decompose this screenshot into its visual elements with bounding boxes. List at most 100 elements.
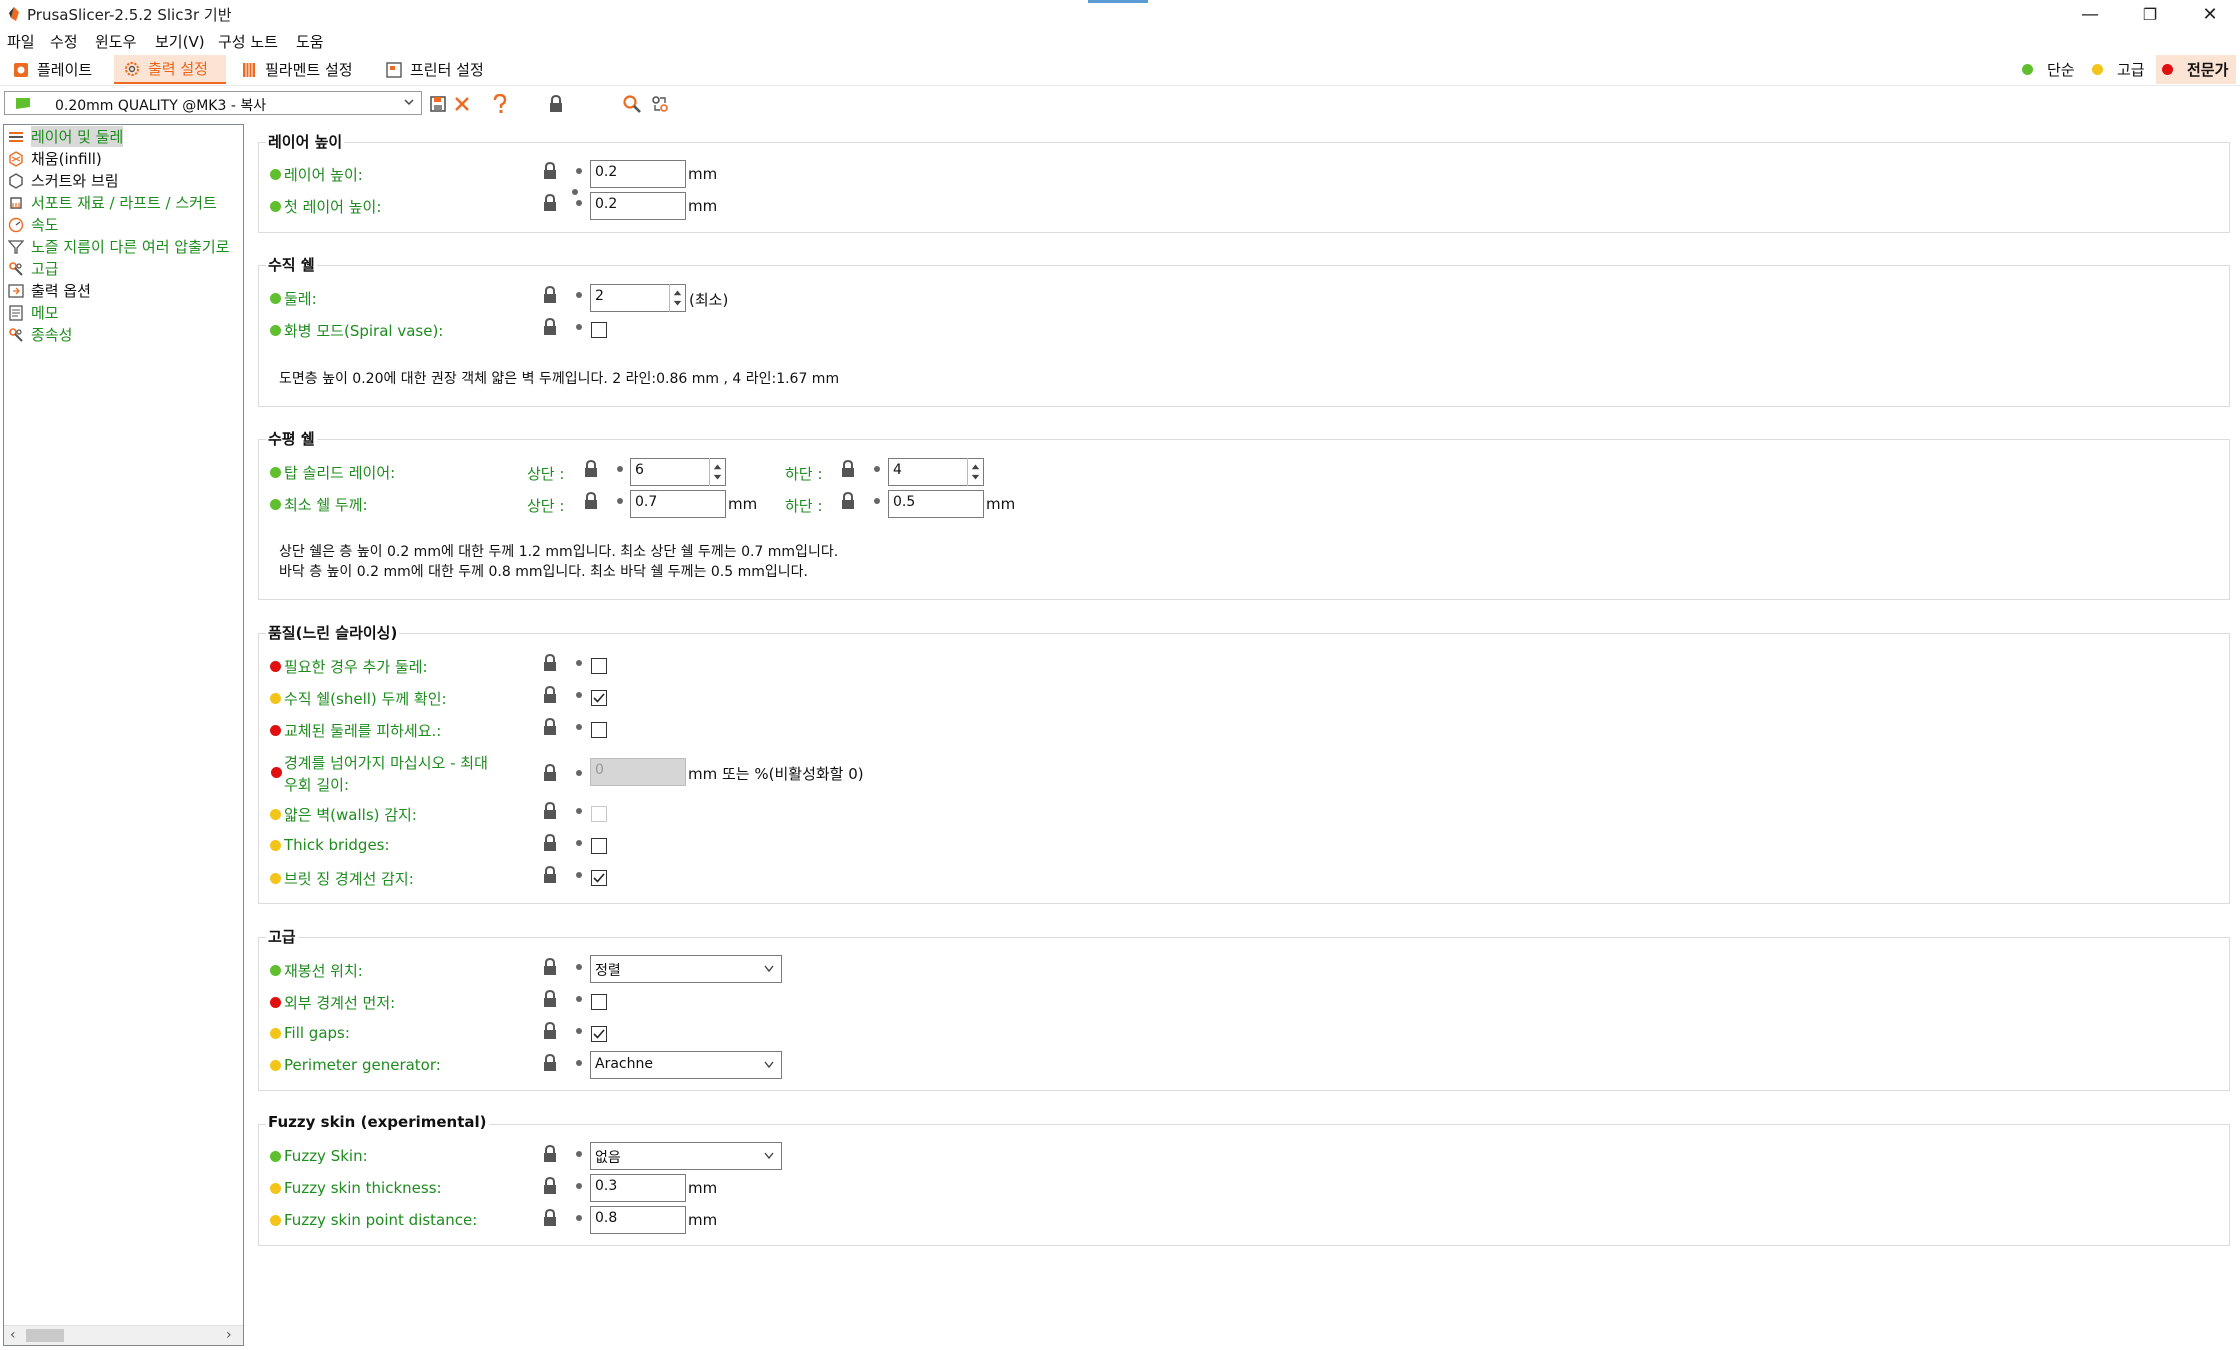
tab-filament-settings[interactable]: 필라멘트 설정 — [231, 55, 371, 84]
seam-position-select[interactable]: 정렬 — [590, 955, 782, 983]
system-value-dot-icon[interactable] — [617, 466, 623, 472]
menu-window[interactable]: 윈도우 — [95, 31, 136, 52]
spiral-vase-checkbox[interactable] — [591, 322, 607, 338]
lock-icon[interactable] — [840, 492, 856, 510]
scroll-thumb[interactable] — [26, 1329, 64, 1342]
system-value-dot-icon[interactable] — [576, 840, 582, 846]
lock-icon[interactable] — [542, 802, 558, 820]
lock-icon[interactable] — [542, 286, 558, 304]
delete-preset-button[interactable] — [452, 94, 472, 114]
mode-simple-button[interactable]: 단순 — [2016, 55, 2080, 84]
sidebar-item[interactable]: 스커트와 브림 — [8, 170, 119, 191]
perimeter-generator-select[interactable]: Arachne — [590, 1051, 782, 1079]
sidebar-item[interactable]: 메모 — [8, 302, 59, 323]
spin-arrows-icon[interactable] — [967, 458, 983, 486]
system-value-dot-icon[interactable] — [576, 200, 582, 206]
lock-icon[interactable] — [542, 654, 558, 672]
sidebar-item[interactable]: 종속성 — [8, 324, 72, 345]
system-value-dot-icon[interactable] — [576, 808, 582, 814]
layer-height-input[interactable]: 0.2 — [590, 160, 686, 188]
compare-button[interactable] — [650, 94, 670, 114]
lock-icon[interactable] — [542, 958, 558, 976]
system-value-dot-icon[interactable] — [576, 1183, 582, 1189]
menu-help[interactable]: 도움 — [296, 31, 324, 52]
sidebar-item[interactable]: 노즐 지름이 다른 여러 압출기로 — [8, 236, 229, 257]
spin-arrows-icon[interactable] — [669, 284, 685, 312]
lock-icon[interactable] — [542, 1022, 558, 1040]
menu-view[interactable]: 보기(V) — [155, 31, 205, 52]
lock-icon[interactable] — [542, 1145, 558, 1163]
lock-icon[interactable] — [542, 764, 558, 782]
lock-icon[interactable] — [542, 1054, 558, 1072]
lock-icon[interactable] — [542, 194, 558, 212]
system-value-dot-icon[interactable] — [874, 498, 880, 504]
system-value-dot-icon[interactable] — [576, 660, 582, 666]
close-button[interactable]: ✕ — [2180, 0, 2240, 28]
system-value-dot-icon[interactable] — [576, 324, 582, 330]
lock-icon[interactable] — [542, 686, 558, 704]
mode-expert-button[interactable]: 전문가 — [2156, 55, 2236, 84]
extra-perimeters-checkbox[interactable] — [591, 658, 607, 674]
lock-icon[interactable] — [542, 1177, 558, 1195]
system-value-dot-icon[interactable] — [576, 996, 582, 1002]
menu-config[interactable]: 구성 노트 — [218, 31, 278, 52]
menu-edit[interactable]: 수정 — [50, 31, 78, 52]
sidebar-item[interactable]: 고급 — [8, 258, 59, 279]
lock-icon[interactable] — [542, 318, 558, 336]
system-value-dot-icon[interactable] — [576, 724, 582, 730]
system-value-dot-icon[interactable] — [576, 692, 582, 698]
system-value-dot-icon[interactable] — [576, 1060, 582, 1066]
fill-gaps-checkbox[interactable] — [591, 1026, 607, 1042]
help-button[interactable] — [490, 94, 510, 114]
tab-printer-settings[interactable]: 프린터 설정 — [376, 55, 502, 84]
system-value-dot-icon[interactable] — [576, 1215, 582, 1221]
lock-icon[interactable] — [583, 460, 599, 478]
system-value-dot-icon[interactable] — [576, 168, 582, 174]
scroll-right-icon[interactable]: › — [226, 1327, 232, 1343]
thin-walls-checkbox[interactable] — [591, 806, 607, 822]
avoid-crossing-checkbox[interactable] — [591, 722, 607, 738]
system-value-dot-icon[interactable] — [874, 466, 880, 472]
max-detour-input[interactable]: 0 — [590, 758, 686, 786]
first-layer-height-input[interactable]: 0.2 — [590, 192, 686, 220]
menu-file[interactable]: 파일 — [7, 31, 35, 52]
system-value-dot-icon[interactable] — [576, 964, 582, 970]
bottom-min-shell-input[interactable]: 0.5 — [888, 490, 984, 518]
lock-icon[interactable] — [542, 162, 558, 180]
mode-advanced-button[interactable]: 고급 — [2086, 55, 2150, 84]
ensure-vertical-shell-checkbox[interactable] — [591, 690, 607, 706]
tab-print-settings[interactable]: 출력 설정 — [114, 55, 226, 84]
thick-bridges-checkbox[interactable] — [591, 838, 607, 854]
tab-plater[interactable]: 플레이트 — [3, 55, 109, 84]
horizontal-scrollbar[interactable]: ‹ › — [4, 1325, 243, 1345]
lock-icon[interactable] — [542, 990, 558, 1008]
minimize-button[interactable]: — — [2060, 0, 2120, 28]
system-value-dot-icon[interactable] — [576, 292, 582, 298]
system-value-dot-icon[interactable] — [617, 498, 623, 504]
fuzzy-point-distance-input[interactable]: 0.8 — [590, 1206, 686, 1234]
top-min-shell-input[interactable]: 0.7 — [630, 490, 726, 518]
system-value-dot-icon[interactable] — [576, 1028, 582, 1034]
system-value-dot-icon[interactable] — [576, 1151, 582, 1157]
sidebar-item[interactable]: 레이어 및 둘레 — [8, 126, 124, 147]
save-preset-button[interactable] — [428, 94, 448, 114]
search-button[interactable] — [622, 94, 642, 114]
sidebar-item[interactable]: 속도 — [8, 214, 59, 235]
lock-icon[interactable] — [840, 460, 856, 478]
lock-icon[interactable] — [542, 718, 558, 736]
bridge-perimeters-checkbox[interactable] — [591, 870, 607, 886]
preset-select[interactable]: 0.20mm QUALITY @MK3 - 복사 — [4, 91, 422, 115]
lock-icon[interactable] — [542, 834, 558, 852]
fuzzy-skin-select[interactable]: 없음 — [590, 1142, 782, 1170]
spin-arrows-icon[interactable] — [709, 458, 725, 486]
sidebar-item[interactable]: 출력 옵션 — [8, 280, 91, 301]
lock-icon[interactable] — [542, 1209, 558, 1227]
sidebar-item[interactable]: 서포트 재료 / 라프트 / 스커트 — [8, 192, 217, 213]
external-first-checkbox[interactable] — [591, 994, 607, 1010]
scroll-left-icon[interactable]: ‹ — [10, 1327, 16, 1343]
lock-icon[interactable] — [583, 492, 599, 510]
fuzzy-thickness-input[interactable]: 0.3 — [590, 1174, 686, 1202]
sidebar-item[interactable]: 채움(infill) — [8, 148, 102, 169]
system-value-dot-icon[interactable] — [576, 770, 582, 776]
lock-icon[interactable] — [542, 866, 558, 884]
